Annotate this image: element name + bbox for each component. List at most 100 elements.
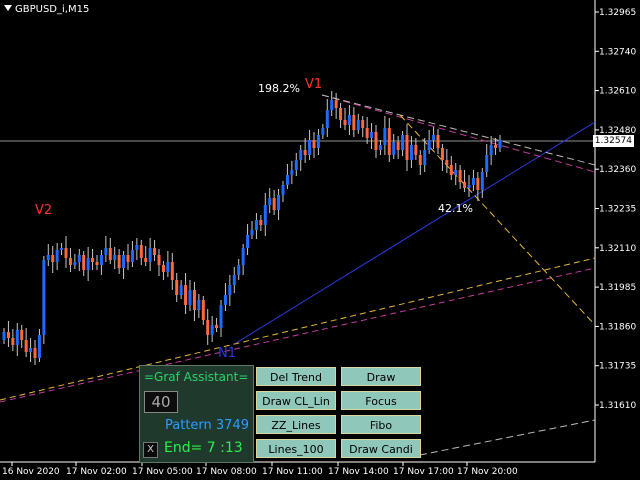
candle-body [104,248,108,255]
candle-body [99,255,103,265]
v1-label: V1 [305,77,322,92]
count-field[interactable]: 40 [144,391,178,413]
candle-body [259,220,263,225]
candle-body [445,160,449,165]
price-label: 1.31735 [599,362,636,372]
candle-body [427,140,431,150]
candle-body [485,155,489,172]
candle-body [325,110,329,128]
close-button[interactable]: X [143,442,158,458]
del-trend-lines-button[interactable]: Del Trend lines [256,367,336,403]
candle-body [82,255,86,270]
candle-body [210,325,214,335]
pct-low-label: 42.1% [438,202,473,215]
candle-body [219,305,223,328]
draw-channels-button[interactable]: Draw Channels [341,367,421,403]
candle-body [458,170,462,182]
candle-body [405,135,409,160]
candle-body [370,132,374,138]
candle-body [250,230,254,235]
candle-body [330,100,334,110]
price-label: 1.32740 [599,47,636,57]
candle-body [334,100,338,108]
price-label: 1.32235 [599,205,636,215]
candle-body [281,185,285,195]
candle-body [29,348,33,352]
candle-body [153,248,157,255]
candle-body [42,260,46,335]
time-label: 17 Nov 11:00 [262,467,323,477]
candle-body [175,280,179,295]
candle-body [206,320,210,335]
candle-body [374,132,378,150]
candle-body [15,330,19,345]
pattern-label: Pattern 3749 [165,418,249,433]
candle-body [463,182,467,188]
candle-body [135,245,139,250]
time-label: 17 Nov 20:00 [457,467,518,477]
candle-body [68,258,72,265]
panel-title: =Graf Assistant= [144,370,249,384]
candle-body [122,255,126,268]
candle-body [130,250,134,262]
candle-body [161,265,165,272]
candle-body [184,285,188,305]
candle-body [201,300,205,320]
candle-body [64,248,68,258]
candle-body [316,135,320,148]
candle-body [356,120,360,130]
candle-body [498,140,502,148]
price-label: 1.32360 [599,165,636,175]
candle-body [436,135,440,148]
candle-body [272,198,276,210]
price-label: 1.32110 [599,244,636,254]
candle-body [223,295,227,305]
draw-cl-lin-button[interactable]: Draw CL_Lin [256,391,336,410]
candle-body [113,255,117,260]
time-label: 17 Nov 08:00 [196,467,257,477]
candle-body [387,128,391,155]
candle-body [361,120,365,128]
candle-body [476,178,480,190]
candle-body [432,135,436,140]
candle-body [378,145,382,150]
candle-body [396,142,400,150]
current-price-tag: 1.32574 [592,135,634,147]
candle-body [20,330,24,340]
candle-body [321,128,325,135]
candle-body [144,258,148,262]
lines-100-button[interactable]: Lines_100 [256,439,336,458]
candle-body [46,255,50,260]
candle-body [489,145,493,155]
candle-body [246,235,250,248]
candle-body [37,335,41,358]
time-label: 17 Nov 17:00 [393,467,454,477]
candle-body [290,170,294,175]
zz-lines-button[interactable]: ZZ_Lines [256,415,336,434]
candle-body [77,255,81,262]
candle-body [33,348,37,358]
candle-body [179,285,183,295]
candle-body [467,185,471,188]
focus-button[interactable]: Focus [341,391,421,410]
candle-body [232,275,236,285]
fibo-button[interactable]: Fibo [341,415,421,434]
graf-assistant-panel: =Graf Assistant= 40 Pattern 3749 X End= … [139,365,254,463]
candle-body [383,128,387,145]
candle-body [449,165,453,175]
price-label: 1.31860 [599,322,636,332]
draw-candi-button[interactable]: Draw Candi [341,439,421,458]
chart-menu-triangle-icon [4,5,12,11]
candle-body [197,300,201,310]
candle-body [254,220,258,230]
candle-body [312,140,316,148]
n1-label: N1 [218,346,236,361]
candle-body [126,255,130,262]
time-label: 17 Nov 05:00 [132,467,193,477]
candle-body [215,325,219,328]
candle-body [157,255,161,265]
price-label: 1.32965 [599,8,636,18]
price-label: 1.31610 [599,401,636,411]
time-label: 17 Nov 14:00 [328,467,389,477]
time-label: 17 Nov 02:00 [66,467,127,477]
